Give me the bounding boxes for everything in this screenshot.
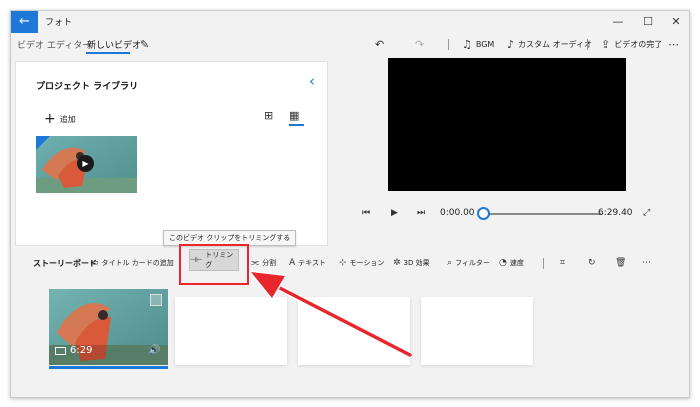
music-note-icon: ♫ xyxy=(462,38,472,51)
motion-icon: ⊹ xyxy=(339,258,347,268)
add-title-card-label: タイトル カードの追加 xyxy=(101,259,174,267)
add-media-label: 追加 xyxy=(59,114,76,124)
toolbar-separator xyxy=(587,39,588,50)
redo-icon: ↷ xyxy=(415,38,425,51)
bgm-button[interactable]: ♫ BGM xyxy=(462,38,494,51)
trash-icon: 🗑 xyxy=(615,258,627,268)
rotate-icon: ↻ xyxy=(588,258,596,268)
undo-icon: ↶ xyxy=(375,38,385,51)
split-icon: ⫘ xyxy=(251,258,260,268)
split-label: 分割 xyxy=(262,259,277,267)
photos-app-window: ← フォト — ☐ ✕ ビデオ エディター 新しいビデオ ✎ ↶ ↷ ♫ BGM … xyxy=(10,10,690,398)
speed-icon: ◔ xyxy=(499,258,507,268)
selection-corner xyxy=(36,136,50,150)
clip-select-checkbox[interactable] xyxy=(150,294,162,306)
plus-icon: + xyxy=(44,111,56,127)
add-title-card-button[interactable]: ▭ タイトル カードの追加 xyxy=(90,258,174,268)
rotate-button[interactable]: ↻ xyxy=(588,258,596,268)
maximize-icon: ☐ xyxy=(643,15,653,28)
3d-effects-icon: ✲ xyxy=(393,258,401,268)
storyboard-label: ストーリーボード xyxy=(33,259,97,268)
previous-frame-icon[interactable]: ⏮ xyxy=(362,208,370,218)
play-button-icon[interactable]: ▶ xyxy=(391,208,398,218)
text-label: テキスト xyxy=(298,259,326,267)
split-button[interactable]: ⫘ 分割 xyxy=(251,258,276,268)
seek-slider-track[interactable] xyxy=(484,213,601,215)
finish-video-button[interactable]: ⇪ ビデオの完了 xyxy=(601,38,662,51)
next-frame-icon[interactable]: ⏭ xyxy=(417,208,425,218)
redo-button[interactable]: ↷ xyxy=(415,38,424,51)
title-card-icon: ▭ xyxy=(90,258,99,268)
close-button[interactable]: ✕ xyxy=(663,11,689,33)
add-media-button[interactable]: + 追加 xyxy=(44,111,76,127)
chevron-left-icon[interactable]: ‹ xyxy=(309,72,315,90)
filter-button[interactable]: ⌕ フィルター xyxy=(447,258,490,268)
more-icon: ⋯ xyxy=(668,38,679,51)
more-options-button[interactable]: ⋯ xyxy=(668,38,679,51)
maximize-button[interactable]: ☐ xyxy=(635,11,661,33)
custom-audio-button[interactable]: ♪ カスタム オーディオ xyxy=(507,38,592,51)
library-title: プロジェクト ライブラリ xyxy=(36,82,139,92)
speed-label: 速度 xyxy=(509,259,524,267)
resize-button[interactable]: ⌗ xyxy=(560,258,565,268)
minimize-icon: — xyxy=(612,15,624,28)
grid-small-icon[interactable]: ▦ xyxy=(289,109,299,122)
clip-duration: 6:29 xyxy=(55,345,92,356)
bgm-label: BGM xyxy=(475,40,495,49)
3d-effects-button[interactable]: ✲ 3D 効果 xyxy=(393,258,430,268)
film-icon xyxy=(55,346,66,355)
toolbar-separator xyxy=(448,39,449,50)
filter-icon: ⌕ xyxy=(447,258,453,268)
close-icon: ✕ xyxy=(671,15,681,28)
command-bar: ビデオ エディター 新しいビデオ ✎ ↶ ↷ ♫ BGM ♪ カスタム オーディオ … xyxy=(11,33,689,55)
title-bar: ← フォト — ☐ ✕ xyxy=(11,11,689,33)
more-icon: ⋯ xyxy=(642,258,651,268)
resize-icon: ⌗ xyxy=(560,258,566,268)
play-icon: ▶ xyxy=(77,155,94,172)
text-icon: A xyxy=(289,258,296,268)
current-time: 0:00.00 xyxy=(440,208,475,218)
delete-button[interactable]: 🗑 xyxy=(615,258,626,268)
speed-button[interactable]: ◔ 速度 xyxy=(499,258,524,268)
rename-button[interactable]: ✎ xyxy=(140,38,149,51)
filter-label: フィルター xyxy=(455,259,490,267)
empty-storyboard-slot xyxy=(421,297,533,365)
grid-large-icon[interactable]: ⊞ xyxy=(264,109,273,122)
finish-video-label: ビデオの完了 xyxy=(614,40,663,49)
trim-highlight-box xyxy=(179,244,249,285)
storyboard-separator xyxy=(543,258,544,269)
back-button[interactable]: ← xyxy=(11,11,38,33)
fullscreen-icon[interactable]: ⤢ xyxy=(643,208,650,218)
storyboard-more-button[interactable]: ⋯ xyxy=(642,258,651,268)
3d-effects-label: 3D 効果 xyxy=(403,259,430,267)
empty-storyboard-slot xyxy=(298,297,410,365)
motion-button[interactable]: ⊹ モーション xyxy=(339,258,384,268)
export-icon: ⇪ xyxy=(601,38,611,51)
clip-selected-indicator xyxy=(49,366,168,369)
minimize-button[interactable]: — xyxy=(605,11,631,33)
view-mode-indicator xyxy=(289,124,304,126)
breadcrumb-new-video[interactable]: 新しいビデオ xyxy=(87,38,141,51)
breadcrumb-active-indicator xyxy=(86,52,130,54)
library-video-thumbnail[interactable]: ▶ xyxy=(36,136,137,193)
motion-label: モーション xyxy=(349,259,385,267)
custom-audio-label: カスタム オーディオ xyxy=(518,40,593,49)
person-audio-icon: ♪ xyxy=(507,38,515,51)
total-time: 6:29.40 xyxy=(598,208,633,218)
project-library-panel: プロジェクト ライブラリ ‹ + 追加 ⊞ ▦ ▶ xyxy=(15,61,328,246)
text-button[interactable]: A テキスト xyxy=(289,258,326,268)
back-arrow-icon: ← xyxy=(19,14,30,29)
app-title: フォト xyxy=(45,18,73,28)
empty-storyboard-slot xyxy=(175,297,287,365)
clip-duration-label: 6:29 xyxy=(70,345,93,356)
pencil-icon: ✎ xyxy=(140,38,150,51)
undo-button[interactable]: ↶ xyxy=(375,38,384,51)
volume-icon[interactable]: 🔊 xyxy=(148,345,160,356)
breadcrumb-video-editor[interactable]: ビデオ エディター xyxy=(17,38,91,51)
video-preview[interactable] xyxy=(388,58,626,191)
seek-slider-thumb[interactable] xyxy=(477,207,490,220)
storyboard-clip[interactable]: 6:29 🔊 xyxy=(49,289,168,365)
